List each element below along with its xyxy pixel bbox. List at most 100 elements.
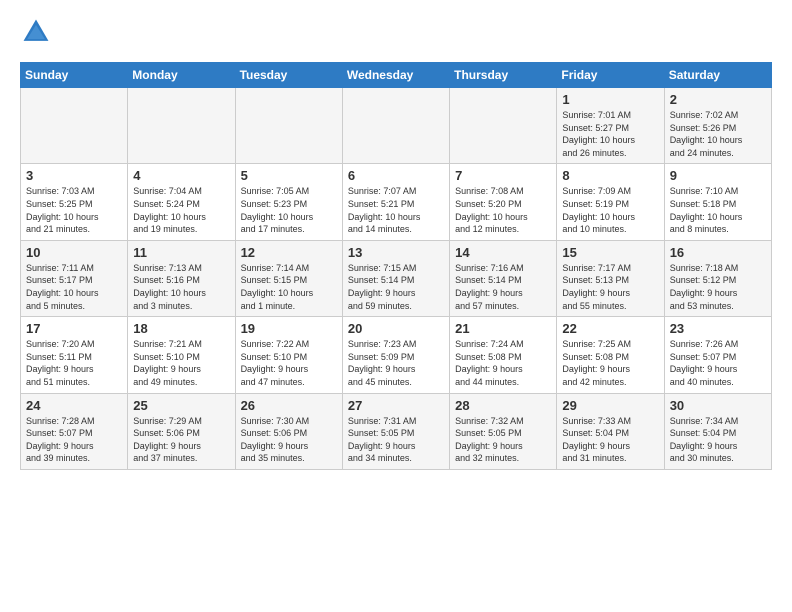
week-row-2: 3 Sunrise: 7:03 AM Sunset: 5:25 PM Daylig… — [21, 164, 772, 240]
day-number: 9 — [670, 168, 766, 183]
day-number: 26 — [241, 398, 337, 413]
day-info: Sunrise: 7:03 AM Sunset: 5:25 PM Dayligh… — [26, 185, 122, 235]
day-info: Sunrise: 7:09 AM Sunset: 5:19 PM Dayligh… — [562, 185, 658, 235]
day-info: Sunrise: 7:01 AM Sunset: 5:27 PM Dayligh… — [562, 109, 658, 159]
day-info: Sunrise: 7:25 AM Sunset: 5:08 PM Dayligh… — [562, 338, 658, 388]
day-info: Sunrise: 7:23 AM Sunset: 5:09 PM Dayligh… — [348, 338, 444, 388]
calendar-cell: 15Sunrise: 7:17 AM Sunset: 5:13 PM Dayli… — [557, 240, 664, 316]
calendar-cell: 25Sunrise: 7:29 AM Sunset: 5:06 PM Dayli… — [128, 393, 235, 469]
day-number: 24 — [26, 398, 122, 413]
day-info: Sunrise: 7:22 AM Sunset: 5:10 PM Dayligh… — [241, 338, 337, 388]
calendar-cell: 9 Sunrise: 7:10 AM Sunset: 5:18 PM Daylig… — [664, 164, 771, 240]
week-row-4: 17Sunrise: 7:20 AM Sunset: 5:11 PM Dayli… — [21, 317, 772, 393]
calendar-cell: 20 Sunrise: 7:23 AM Sunset: 5:09 PM Dayli… — [342, 317, 449, 393]
calendar-cell: 24Sunrise: 7:28 AM Sunset: 5:07 PM Dayli… — [21, 393, 128, 469]
calendar-cell: 17Sunrise: 7:20 AM Sunset: 5:11 PM Dayli… — [21, 317, 128, 393]
calendar-cell: 22 Sunrise: 7:25 AM Sunset: 5:08 PM Dayli… — [557, 317, 664, 393]
week-row-3: 10 Sunrise: 7:11 AM Sunset: 5:17 PM Dayli… — [21, 240, 772, 316]
day-info: Sunrise: 7:34 AM Sunset: 5:04 PM Dayligh… — [670, 415, 766, 465]
day-info: Sunrise: 7:15 AM Sunset: 5:14 PM Dayligh… — [348, 262, 444, 312]
day-number: 8 — [562, 168, 658, 183]
calendar-cell: 2 Sunrise: 7:02 AM Sunset: 5:26 PM Daylig… — [664, 88, 771, 164]
day-info: Sunrise: 7:16 AM Sunset: 5:14 PM Dayligh… — [455, 262, 551, 312]
header — [20, 16, 772, 48]
day-info: Sunrise: 7:04 AM Sunset: 5:24 PM Dayligh… — [133, 185, 229, 235]
calendar-cell: 29 Sunrise: 7:33 AM Sunset: 5:04 PM Dayli… — [557, 393, 664, 469]
day-number: 3 — [26, 168, 122, 183]
day-info: Sunrise: 7:33 AM Sunset: 5:04 PM Dayligh… — [562, 415, 658, 465]
day-number: 30 — [670, 398, 766, 413]
day-info: Sunrise: 7:29 AM Sunset: 5:06 PM Dayligh… — [133, 415, 229, 465]
day-number: 12 — [241, 245, 337, 260]
day-number: 7 — [455, 168, 551, 183]
day-info: Sunrise: 7:32 AM Sunset: 5:05 PM Dayligh… — [455, 415, 551, 465]
calendar-cell — [21, 88, 128, 164]
day-info: Sunrise: 7:07 AM Sunset: 5:21 PM Dayligh… — [348, 185, 444, 235]
day-number: 20 — [348, 321, 444, 336]
col-header-monday: Monday — [128, 63, 235, 88]
day-number: 15 — [562, 245, 658, 260]
day-number: 28 — [455, 398, 551, 413]
day-info: Sunrise: 7:31 AM Sunset: 5:05 PM Dayligh… — [348, 415, 444, 465]
day-number: 29 — [562, 398, 658, 413]
col-header-wednesday: Wednesday — [342, 63, 449, 88]
calendar-cell: 18 Sunrise: 7:21 AM Sunset: 5:10 PM Dayli… — [128, 317, 235, 393]
calendar-cell: 26 Sunrise: 7:30 AM Sunset: 5:06 PM Dayli… — [235, 393, 342, 469]
page: SundayMondayTuesdayWednesdayThursdayFrid… — [0, 0, 792, 482]
day-number: 19 — [241, 321, 337, 336]
calendar-cell: 8 Sunrise: 7:09 AM Sunset: 5:19 PM Daylig… — [557, 164, 664, 240]
calendar-cell: 12 Sunrise: 7:14 AM Sunset: 5:15 PM Dayli… — [235, 240, 342, 316]
calendar-cell — [235, 88, 342, 164]
day-number: 11 — [133, 245, 229, 260]
day-info: Sunrise: 7:21 AM Sunset: 5:10 PM Dayligh… — [133, 338, 229, 388]
day-info: Sunrise: 7:24 AM Sunset: 5:08 PM Dayligh… — [455, 338, 551, 388]
logo — [20, 16, 56, 48]
day-number: 10 — [26, 245, 122, 260]
day-info: Sunrise: 7:11 AM Sunset: 5:17 PM Dayligh… — [26, 262, 122, 312]
day-number: 14 — [455, 245, 551, 260]
calendar-cell: 1Sunrise: 7:01 AM Sunset: 5:27 PM Daylig… — [557, 88, 664, 164]
calendar-cell: 16 Sunrise: 7:18 AM Sunset: 5:12 PM Dayli… — [664, 240, 771, 316]
calendar-cell — [128, 88, 235, 164]
calendar-cell: 7 Sunrise: 7:08 AM Sunset: 5:20 PM Daylig… — [450, 164, 557, 240]
day-number: 22 — [562, 321, 658, 336]
day-info: Sunrise: 7:13 AM Sunset: 5:16 PM Dayligh… — [133, 262, 229, 312]
col-header-friday: Friday — [557, 63, 664, 88]
calendar-cell: 11 Sunrise: 7:13 AM Sunset: 5:16 PM Dayli… — [128, 240, 235, 316]
day-number: 2 — [670, 92, 766, 107]
day-info: Sunrise: 7:30 AM Sunset: 5:06 PM Dayligh… — [241, 415, 337, 465]
day-info: Sunrise: 7:26 AM Sunset: 5:07 PM Dayligh… — [670, 338, 766, 388]
calendar-cell: 10 Sunrise: 7:11 AM Sunset: 5:17 PM Dayli… — [21, 240, 128, 316]
day-number: 5 — [241, 168, 337, 183]
week-row-5: 24Sunrise: 7:28 AM Sunset: 5:07 PM Dayli… — [21, 393, 772, 469]
col-header-sunday: Sunday — [21, 63, 128, 88]
calendar-cell: 5 Sunrise: 7:05 AM Sunset: 5:23 PM Daylig… — [235, 164, 342, 240]
calendar-cell: 14 Sunrise: 7:16 AM Sunset: 5:14 PM Dayli… — [450, 240, 557, 316]
calendar-cell: 30 Sunrise: 7:34 AM Sunset: 5:04 PM Dayli… — [664, 393, 771, 469]
calendar-cell — [450, 88, 557, 164]
day-number: 21 — [455, 321, 551, 336]
day-number: 4 — [133, 168, 229, 183]
calendar-cell: 27Sunrise: 7:31 AM Sunset: 5:05 PM Dayli… — [342, 393, 449, 469]
col-header-tuesday: Tuesday — [235, 63, 342, 88]
calendar-cell — [342, 88, 449, 164]
day-info: Sunrise: 7:10 AM Sunset: 5:18 PM Dayligh… — [670, 185, 766, 235]
calendar-cell: 6Sunrise: 7:07 AM Sunset: 5:21 PM Daylig… — [342, 164, 449, 240]
day-info: Sunrise: 7:18 AM Sunset: 5:12 PM Dayligh… — [670, 262, 766, 312]
calendar-cell: 3 Sunrise: 7:03 AM Sunset: 5:25 PM Daylig… — [21, 164, 128, 240]
day-number: 16 — [670, 245, 766, 260]
day-number: 18 — [133, 321, 229, 336]
day-number: 23 — [670, 321, 766, 336]
day-info: Sunrise: 7:05 AM Sunset: 5:23 PM Dayligh… — [241, 185, 337, 235]
header-row: SundayMondayTuesdayWednesdayThursdayFrid… — [21, 63, 772, 88]
day-info: Sunrise: 7:02 AM Sunset: 5:26 PM Dayligh… — [670, 109, 766, 159]
day-info: Sunrise: 7:08 AM Sunset: 5:20 PM Dayligh… — [455, 185, 551, 235]
calendar-cell: 23 Sunrise: 7:26 AM Sunset: 5:07 PM Dayli… — [664, 317, 771, 393]
calendar-cell: 13 Sunrise: 7:15 AM Sunset: 5:14 PM Dayli… — [342, 240, 449, 316]
calendar-cell: 19 Sunrise: 7:22 AM Sunset: 5:10 PM Dayli… — [235, 317, 342, 393]
day-info: Sunrise: 7:14 AM Sunset: 5:15 PM Dayligh… — [241, 262, 337, 312]
calendar-cell: 28 Sunrise: 7:32 AM Sunset: 5:05 PM Dayli… — [450, 393, 557, 469]
day-number: 13 — [348, 245, 444, 260]
day-info: Sunrise: 7:20 AM Sunset: 5:11 PM Dayligh… — [26, 338, 122, 388]
calendar-cell: 4 Sunrise: 7:04 AM Sunset: 5:24 PM Daylig… — [128, 164, 235, 240]
